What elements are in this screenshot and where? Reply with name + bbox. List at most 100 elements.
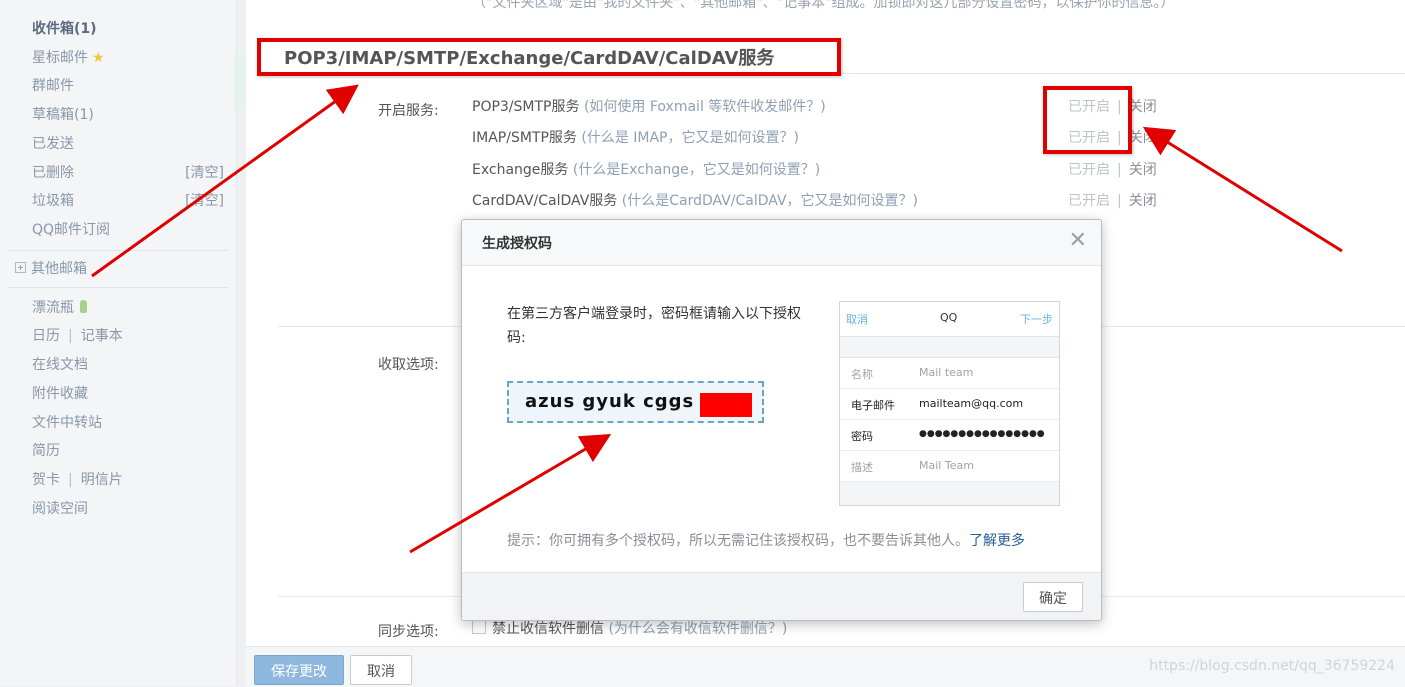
dialog-message: 在第三方客户端登录时，密码框请输入以下授权码: [507, 306, 801, 346]
service-status-exchange: 已开启 | 关闭 [1068, 162, 1157, 178]
sidebar-item-reading-space[interactable]: 阅读空间 [32, 498, 88, 518]
service-row-imap: IMAP/SMTP服务 (什么是 IMAP，它又是如何设置？) [472, 127, 799, 147]
service-on-label: 已开启 [1068, 162, 1110, 178]
sidebar-item-cards: 贺卡 | 明信片 [32, 472, 123, 488]
dialog-title: 生成授权码 [482, 236, 552, 252]
folder-lock-note: （"文件夹区域"是由"我的文件夹"、"其他邮箱"、"记事本"组成。加锁即对这几部… [472, 0, 1175, 11]
auth-code-dialog: 生成授权码 ✕ 在第三方客户端登录时，密码框请输入以下授权码: azus gyu… [461, 219, 1102, 621]
sidebar-item-group[interactable]: 群邮件 [32, 75, 74, 95]
spam-clear-link[interactable]: [清空] [185, 190, 224, 210]
service-row-pop3: POP3/SMTP服务 (如何使用 Foxmail 等软件收发邮件？) [472, 96, 826, 116]
service-row-exchange: Exchange服务 (什么是Exchange，它又是如何设置？) [472, 159, 820, 179]
star-icon: ★ [92, 50, 105, 66]
save-button[interactable]: 保存更改 [254, 655, 344, 685]
sidebar-item-spam[interactable]: 垃圾箱 [32, 190, 74, 210]
sidebar-item-label: 群邮件 [32, 78, 74, 94]
sidebar-item-label: 星标邮件 [32, 50, 88, 66]
sync-help-link[interactable]: (为什么会有收信软件删信？) [608, 621, 787, 637]
deleted-clear-link[interactable]: [清空] [185, 162, 224, 182]
service-on-label: 已开启 [1068, 193, 1110, 209]
sidebar-item-label: 草稿箱(1) [32, 107, 94, 123]
service-name: IMAP/SMTP服务 [472, 130, 577, 146]
row-key: 名称 [851, 368, 873, 381]
service-help-link[interactable]: (什么是CardDAV/CalDAV，它又是如何设置？) [622, 193, 918, 209]
row-value: Mail team [919, 366, 974, 379]
sidebar-item-resume[interactable]: 简历 [32, 440, 60, 460]
phone-title: QQ [940, 311, 958, 324]
client-setup-preview: 取消 QQ 下一步 名称 Mail team 电子邮件 mailteam@qq.… [839, 301, 1060, 506]
sidebar-item-file-transfer[interactable]: 文件中转站 [32, 412, 102, 432]
sidebar-divider [8, 250, 228, 251]
annotation-box-status [1043, 86, 1132, 154]
ok-button[interactable]: 确定 [1023, 582, 1083, 612]
service-help-link[interactable]: (什么是Exchange，它又是如何设置？) [573, 162, 820, 178]
sidebar-item-sent[interactable]: 已发送 [32, 133, 74, 153]
phone-form: 名称 Mail team 电子邮件 mailteam@qq.com 密码 ●●●… [840, 357, 1059, 482]
sidebar-item-online-docs[interactable]: 在线文档 [32, 354, 88, 374]
tip-text: 提示：你可拥有多个授权码，所以无需记住该授权码，也不要告诉其他人。 [507, 533, 969, 549]
sidebar-item-label: 已删除 [32, 165, 74, 181]
row-value: ●●●●●●●●●●●●●●●● [919, 429, 1045, 439]
phone-row-name: 名称 Mail team [840, 358, 1059, 389]
learn-more-link[interactable]: 了解更多 [969, 533, 1025, 549]
phone-cancel: 取消 [846, 313, 868, 326]
row-key: 电子邮件 [851, 399, 895, 412]
sidebar-item-calendar-notepad: 日历 | 记事本 [32, 328, 123, 344]
sidebar-item-label: 阅读空间 [32, 501, 88, 517]
service-help-link[interactable]: (什么是 IMAP，它又是如何设置？) [581, 130, 799, 146]
sidebar-item-other-mailbox[interactable]: 其他邮箱 [15, 258, 87, 278]
sidebar-divider [8, 287, 228, 288]
bottle-icon [80, 300, 87, 313]
sync-option-row: 禁止收信软件删信 (为什么会有收信软件删信？) [472, 618, 787, 638]
dialog-header: 生成授权码 ✕ [462, 220, 1101, 266]
sidebar-item-label: 简历 [32, 443, 60, 459]
row-key: 密码 [851, 430, 873, 443]
row-value: mailteam@qq.com [919, 397, 1024, 410]
checkbox-label: 禁止收信软件删信 [492, 621, 604, 637]
sidebar-item-inbox[interactable]: 收件箱(1) [32, 18, 97, 38]
redaction-mask [700, 393, 752, 417]
row-key: 描述 [851, 461, 873, 474]
service-off-link[interactable]: 关闭 [1129, 162, 1157, 178]
close-icon[interactable]: ✕ [1069, 228, 1087, 253]
postcard-link[interactable]: 明信片 [81, 472, 123, 488]
expand-icon[interactable] [15, 262, 26, 273]
service-row-carddav: CardDAV/CalDAV服务 (什么是CardDAV/CalDAV，它又是如… [472, 190, 918, 210]
phone-row-email: 电子邮件 mailteam@qq.com [840, 389, 1059, 420]
cancel-button[interactable]: 取消 [350, 655, 412, 685]
row-value: Mail Team [919, 459, 974, 472]
annotation-box-title [257, 38, 841, 76]
phone-header: 取消 QQ 下一步 [840, 302, 1059, 337]
sidebar-item-subscriptions[interactable]: QQ邮件订阅 [32, 219, 110, 239]
receive-options-label: 收取选项: [378, 357, 439, 373]
no-delete-checkbox[interactable] [472, 620, 486, 634]
sidebar-item-label: QQ邮件订阅 [32, 222, 111, 238]
sidebar-item-deleted[interactable]: 已删除 [32, 162, 74, 182]
service-help-link[interactable]: (如何使用 Foxmail 等软件收发邮件？) [584, 99, 826, 115]
dialog-footer: 确定 [462, 572, 1101, 620]
sidebar-item-drafts[interactable]: 草稿箱(1) [32, 104, 94, 124]
sidebar-item-label: 收件箱(1) [32, 21, 97, 37]
sidebar-item-label: 垃圾箱 [32, 193, 74, 209]
sidebar-item-drift-bottle[interactable]: 漂流瓶 [32, 297, 87, 317]
sync-options-label: 同步选项: [378, 624, 439, 640]
service-off-link[interactable]: 关闭 [1129, 130, 1157, 146]
greeting-card-link[interactable]: 贺卡 [32, 472, 60, 488]
sidebar-item-starred[interactable]: 星标邮件 ★ [32, 47, 105, 67]
phone-next: 下一步 [1020, 313, 1053, 326]
sidebar-item-label: 在线文档 [32, 357, 88, 373]
dialog-tip: 提示：你可拥有多个授权码，所以无需记住该授权码，也不要告诉其他人。了解更多 [507, 530, 1025, 550]
auth-code: azus gyuk cggs [525, 391, 695, 412]
sidebar-item-label: 已发送 [32, 136, 74, 152]
calendar-link[interactable]: 日历 [32, 328, 60, 344]
service-off-link[interactable]: 关闭 [1129, 99, 1157, 115]
sidebar-item-label: 漂流瓶 [32, 300, 74, 316]
service-off-link[interactable]: 关闭 [1129, 193, 1157, 209]
sidebar-item-label: 文件中转站 [32, 415, 102, 431]
sidebar-item-label: 其他邮箱 [31, 261, 87, 277]
watermark: https://blog.csdn.net/qq_36759224 [1149, 658, 1395, 674]
phone-row-description: 描述 Mail Team [840, 451, 1059, 482]
sidebar: 收件箱(1) 星标邮件 ★ 群邮件 草稿箱(1) 已发送 已删除 [清空] 垃圾箱… [0, 0, 237, 686]
sidebar-item-attachments[interactable]: 附件收藏 [32, 383, 88, 403]
notepad-link[interactable]: 记事本 [81, 328, 123, 344]
